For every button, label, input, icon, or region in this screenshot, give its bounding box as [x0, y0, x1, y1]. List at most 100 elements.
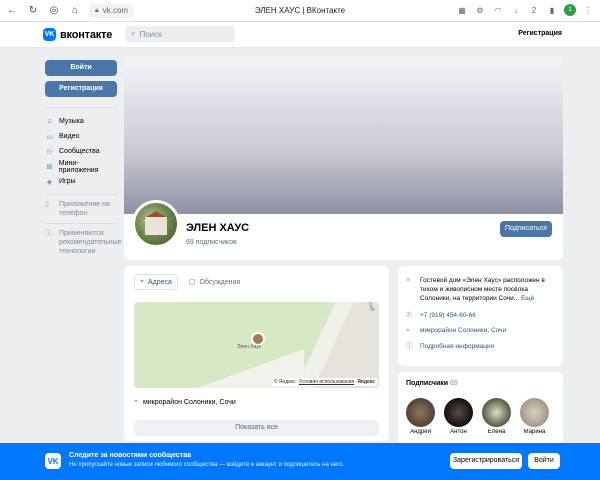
subscriber-item[interactable]: Марина	[520, 398, 549, 435]
divider	[45, 194, 117, 195]
register-link[interactable]: Регистрация	[518, 30, 562, 37]
search-box[interactable]: ⌕	[125, 26, 235, 42]
home-icon[interactable]: ⌂	[69, 5, 81, 17]
tab-addresses[interactable]: ⌖ Адреса	[134, 274, 178, 290]
sidebar-item-label: Видео	[59, 133, 80, 140]
side-menu: ♫ Музыка ▭ Видео ⚇ Сообщества ⊞ Мини-при…	[45, 107, 117, 189]
browser-toolbar: ← ↻ ◎ ⌂ 🔒︎ vk.com ЭЛЕН ХАУС | ВКонтакте …	[0, 0, 600, 22]
avatar	[520, 398, 549, 427]
divider	[45, 223, 117, 224]
site-header: VK вконтакте ⌕ Регистрация	[0, 22, 600, 48]
description-row: ≡ Гостевой дом «Элен Хаус» расположен в …	[406, 276, 556, 303]
more-link[interactable]: Ещё	[521, 295, 534, 302]
subscribers-count: 69	[450, 380, 458, 387]
vk-logo-text: вконтакте	[60, 28, 113, 41]
phone-app-link[interactable]: ▯ Приложение на телефон	[45, 200, 117, 218]
search-input[interactable]	[139, 29, 220, 39]
left-sidebar: Войти Регистрация ♫ Музыка ▭ Видео ⚇ Соо…	[45, 60, 122, 260]
headphones-icon[interactable]: ◠	[492, 4, 504, 16]
apps-icon: ⊞	[46, 163, 53, 171]
sidebar-item-apps[interactable]: ⊞ Мини-приложения	[45, 159, 117, 174]
vk-logo[interactable]: VK вконтакте	[43, 28, 112, 41]
addresses-card: ⌖ Адреса ▢ Обсуждения Тенистый Элен Хаус…	[124, 266, 389, 441]
banner-register-button[interactable]: Зарегистрироваться	[450, 453, 522, 469]
info-card: ≡ Гостевой дом «Элен Хаус» расположен в …	[398, 266, 563, 366]
video-icon: ▭	[46, 133, 53, 141]
phone-row[interactable]: ✆ +7 (919) 454-60-66	[406, 311, 556, 320]
address-url: vk.com	[102, 6, 129, 15]
refresh-icon[interactable]: ↻	[27, 5, 39, 17]
address-row[interactable]: ⌖ микрорайон Солоники, Сочи	[406, 326, 556, 335]
subscriber-item[interactable]: Андрей	[406, 398, 435, 435]
address-text: микрорайон Солоники, Сочи	[142, 398, 236, 406]
sidebar-item-games[interactable]: ◈ Игры	[45, 174, 117, 189]
address-link[interactable]: микрорайон Солоники, Сочи	[420, 326, 506, 335]
show-all-button[interactable]: Показать все	[134, 420, 379, 436]
banner-title: Следите за новостями сообщества	[69, 452, 192, 459]
games-icon: ◈	[46, 178, 53, 186]
subscribers-card: Подписчики 69 Андрей Антон Елена Марина	[398, 372, 563, 444]
menu-icon[interactable]: ⋮	[582, 4, 594, 16]
map-terms-link[interactable]: Условия использования	[299, 379, 355, 385]
account-icon[interactable]: ◎	[48, 5, 60, 17]
location-pin-icon: ⌖	[406, 327, 410, 334]
recommendation-note[interactable]: ⓘ Применяются рекомендательные технологи…	[45, 229, 122, 256]
vk-logo-icon: VK	[43, 28, 56, 41]
profile-icon[interactable]: 1	[564, 4, 576, 16]
subscriber-item[interactable]: Антон	[444, 398, 473, 435]
download-icon[interactable]: ↓	[510, 4, 522, 16]
tabs: ⌖ Адреса ▢ Обсуждения	[134, 274, 245, 290]
sidebar-item-communities[interactable]: ⚇ Сообщества	[45, 144, 117, 159]
extension-icon[interactable]: ▦	[456, 4, 468, 16]
sidebar-item-music[interactable]: ♫ Музыка	[45, 114, 117, 129]
community-icon: ⚇	[46, 148, 53, 156]
subscribers-title[interactable]: Подписчики 69	[406, 380, 458, 387]
phone-link[interactable]: +7 (919) 454-60-66	[420, 311, 476, 320]
login-button[interactable]: Войти	[45, 60, 117, 76]
badge-icon[interactable]: 2	[528, 4, 540, 16]
subscriber-name: Антон	[450, 429, 467, 435]
page-title: ЭЛЕН ХАУС	[186, 222, 250, 234]
phone-icon: ✆	[406, 312, 412, 319]
info-icon: ⓘ	[406, 343, 413, 350]
banner-text: Не пропускайте новые записи любимого соо…	[69, 462, 345, 468]
sidebar-item-label: Игры	[59, 178, 76, 185]
bookmark-icon[interactable]: ▮	[546, 4, 558, 16]
extension-icon[interactable]: ⚙	[474, 4, 486, 16]
subscriber-item[interactable]: Елена	[482, 398, 511, 435]
subscriber-count[interactable]: 69 подписчиков	[186, 239, 237, 246]
address-line[interactable]: ⌖ микрорайон Солоники, Сочи	[134, 398, 236, 406]
location-pin-icon: ⌖	[140, 278, 144, 285]
subscribe-button[interactable]: Подписаться	[500, 221, 552, 237]
location-pin-icon: ⌖	[134, 398, 138, 405]
browser-nav: ← ↻ ◎ ⌂	[0, 5, 81, 17]
music-icon: ♫	[46, 118, 53, 125]
subscribers-list: Андрей Антон Елена Марина	[406, 398, 549, 435]
sidebar-item-label: Музыка	[59, 118, 84, 125]
note-text: Приложение на телефон	[59, 201, 110, 217]
banner-login-button[interactable]: Войти	[528, 453, 560, 469]
tab-discussions[interactable]: ▢ Обсуждения	[184, 274, 245, 290]
avatar	[406, 398, 435, 427]
map-place-label: Элен Хаус	[237, 344, 262, 350]
lock-icon: 🔒︎	[95, 6, 99, 14]
subscriber-name: Елена	[487, 429, 506, 435]
map-footer: © Яндекс Условия использования Яндекс	[271, 378, 377, 386]
community-avatar[interactable]	[132, 200, 180, 248]
sidebar-item-video[interactable]: ▭ Видео	[45, 129, 117, 144]
details-row[interactable]: ⓘ Подробная информация	[406, 342, 556, 351]
map[interactable]: Тенистый Элен Хаус © Яндекс Условия испо…	[134, 302, 379, 388]
subscriber-name: Андрей	[410, 429, 431, 435]
back-icon[interactable]: ←	[6, 5, 18, 17]
extensions-bar: ▦ ⚙ ◠ ↓ 2 ▮ 1 ⋮	[456, 4, 594, 16]
address-bar[interactable]: 🔒︎ vk.com	[89, 3, 135, 18]
sidebar-item-label: Сообщества	[59, 148, 100, 155]
register-button[interactable]: Регистрация	[45, 81, 117, 97]
chat-icon: ▢	[188, 279, 196, 286]
details-link[interactable]: Подробная информация	[420, 342, 494, 351]
subscribers-title-text: Подписчики	[406, 380, 449, 387]
vk-logo-icon: VK	[45, 453, 61, 469]
profile-header	[124, 214, 563, 260]
info-icon: ⓘ	[45, 230, 52, 237]
avatar-house	[145, 217, 167, 235]
